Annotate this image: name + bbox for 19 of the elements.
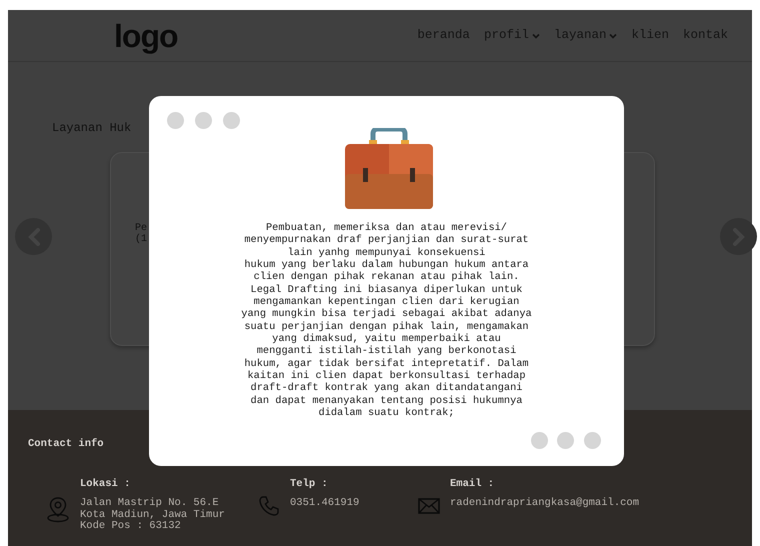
pagination-dot[interactable] — [557, 432, 574, 449]
location-pin-icon — [46, 494, 70, 523]
contact-label: Lokasi : — [80, 476, 132, 492]
contact-label: Telp : — [290, 476, 329, 492]
contact-label: Email : — [450, 476, 496, 492]
contact-value: Jalan Mastrip No. 56.E Kota Madiun, Jawa Timur Kode Pos : 63132 — [80, 498, 225, 533]
briefcase-icon — [345, 128, 433, 209]
next-button[interactable] — [720, 218, 757, 255]
pagination-dot[interactable] — [584, 432, 601, 449]
contact-value: 0351.461919 — [290, 498, 360, 510]
contact-heading: Contact info — [28, 438, 104, 451]
phone-icon — [258, 495, 280, 518]
window-dot — [167, 112, 184, 129]
window-dot — [195, 112, 212, 129]
envelope-icon — [418, 498, 440, 514]
contact-value: radenindrapriangkasa@gmail.com — [450, 498, 640, 510]
pagination-dot[interactable] — [531, 432, 548, 449]
service-description: Pembuatan, memeriksa dan atau merevisi/ menyempurnakan draf perjanjian dan surat-surat lain yanhg mempunyai konsekuensi hukum yang berlaku dalam hubungan hukum antara clien dengan pihak rekanan atau pihak lain. Legal Drafting ini biasanya diperlukan untuk mengamankan kepentingan clien dari kerugian yang mungkin bisa terjadi sebagai akibat adanya suatu perjanjian dengan pihak lain, mengamakan yang dimaksud, yaitu memperbaiki atau mengganti istilah-istilah yang berkonotasi hukum, agar tidak bersifat intepretatif. Dalam kaitan ini clien dapat berkonsultasi terhadap draft-draft kontrak yang akan ditandatangani dan dapat menanyakan tentang posisi hukumnya didalam suatu kontrak; — [240, 222, 533, 420]
window-dot — [223, 112, 240, 129]
